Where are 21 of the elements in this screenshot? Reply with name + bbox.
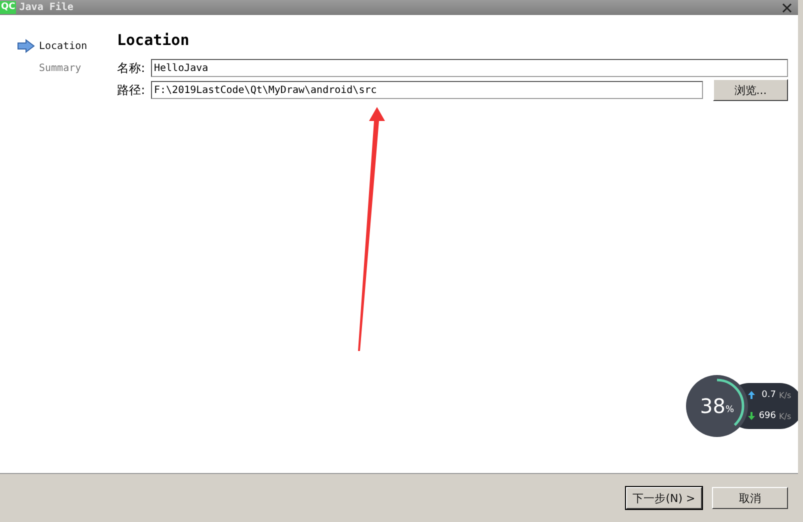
step-label: Summary (39, 62, 82, 74)
window-title: Java File (19, 2, 74, 13)
close-icon[interactable] (782, 2, 792, 12)
upload-speed: 0.7 (760, 390, 776, 400)
input-field[interactable]: HelloJava (151, 59, 788, 77)
input-field[interactable]: F:\2019LastCode\Qt\MyDraw\android\src (151, 81, 703, 99)
percent-sign: % (725, 405, 734, 415)
wizard-button[interactable]: 取消 (712, 487, 788, 509)
download-speed: 696 (758, 411, 776, 421)
speed-unit: K/s (779, 412, 792, 420)
wizard-button[interactable]: 下一步(N) > (626, 487, 702, 509)
download-icon (748, 412, 755, 420)
step-label: Location (39, 40, 88, 52)
browse-button[interactable]: 浏览... (713, 79, 788, 101)
field-label: 名称: (117, 60, 146, 76)
app-logo: QC (0, 1, 16, 14)
usage-percent: 38 (700, 394, 726, 418)
page-title: Location (117, 31, 190, 49)
upload-icon (748, 391, 755, 399)
field-label: 路径: (117, 82, 146, 98)
speed-unit: K/s (779, 390, 792, 400)
